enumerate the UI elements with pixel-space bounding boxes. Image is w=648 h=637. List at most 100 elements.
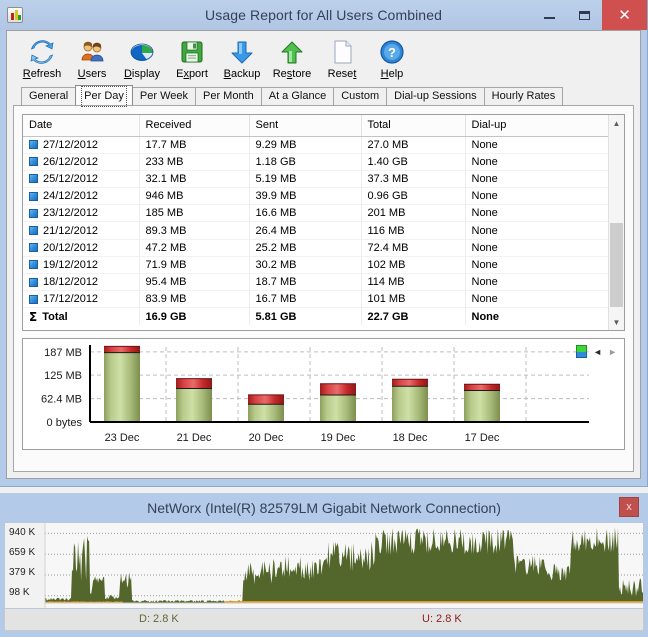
tab-at-a-glance[interactable]: At a Glance	[260, 87, 335, 105]
column-header-dialup[interactable]: Dial-up	[465, 115, 624, 137]
table-row[interactable]: 19/12/2012 71.9 MB 30.2 MB 102 MB None	[23, 256, 624, 275]
networx-status-bar: D: 2.8 K U: 2.8 K	[4, 609, 644, 631]
cell-dialup: None	[465, 290, 624, 309]
cell-dialup: None	[465, 170, 624, 189]
cell-date: 20/12/2012	[23, 239, 140, 257]
tab-label-per-month: Per Month	[202, 90, 254, 102]
help-question-icon: ?	[367, 37, 417, 67]
networx-close-button[interactable]: x	[619, 497, 639, 517]
table-total-row[interactable]: Σ Total 16.9 GB 5.81 GB 22.7 GB None	[23, 307, 624, 326]
bar-received-0	[104, 352, 140, 422]
row-indicator-icon	[29, 226, 38, 236]
maximize-button[interactable]	[567, 0, 602, 30]
toolbar-button-export[interactable]: Export	[167, 35, 217, 80]
table-row[interactable]: 26/12/2012 233 MB 1.18 GB 1.40 GB None	[23, 153, 624, 171]
tab-dial-up-sessions[interactable]: Dial-up Sessions	[386, 87, 485, 105]
chart-legend-icon[interactable]	[576, 345, 588, 358]
minimize-button[interactable]	[532, 0, 567, 30]
sigma-icon: Σ	[29, 309, 38, 324]
networx-upload-rate: U: 2.8 K	[422, 613, 462, 625]
bar-sent-0	[104, 346, 140, 353]
networx-titlebar[interactable]: NetWorx (Intel(R) 82579LM Gigabit Networ…	[0, 493, 648, 522]
row-indicator-icon	[29, 294, 38, 304]
tab-hourly-rates[interactable]: Hourly Rates	[483, 87, 564, 105]
cell-sent: 39.9 MB	[249, 187, 362, 206]
table-row[interactable]: 21/12/2012 89.3 MB 26.4 MB 116 MB None	[23, 221, 624, 240]
table-row[interactable]: 20/12/2012 47.2 MB 25.2 MB 72.4 MB None	[23, 239, 624, 257]
column-header-received[interactable]: Received	[139, 115, 250, 137]
toolbar-button-restore[interactable]: Restore	[267, 35, 317, 80]
tab-per-day[interactable]: Per Day	[75, 85, 133, 107]
tab-label-per-day: Per Day	[81, 86, 127, 107]
usage-report-window: Usage Report for All Users Combined ✕ Re…	[0, 0, 648, 487]
chart-next-button[interactable]: ►	[608, 347, 617, 357]
table-row[interactable]: 18/12/2012 95.4 MB 18.7 MB 114 MB None	[23, 273, 624, 292]
cell-sent: 30.2 MB	[249, 256, 362, 275]
cell-received: 17.7 MB	[139, 136, 250, 154]
table-row[interactable]: 24/12/2012 946 MB 39.9 MB 0.96 GB None	[23, 187, 624, 206]
cell-total-total: 22.7 GB	[361, 307, 466, 326]
tab-label-dial-up-sessions: Dial-up Sessions	[394, 90, 477, 102]
tab-per-month[interactable]: Per Month	[194, 87, 262, 105]
usage-bar-chart[interactable]: 187 MB 125 MB 62.4 MB 0 bytes 23 Dec 21 Dec 20…	[22, 338, 625, 450]
scroll-down-icon[interactable]: ▼	[609, 314, 624, 330]
tab-general[interactable]: General	[21, 87, 77, 105]
tab-per-week[interactable]: Per Week	[131, 87, 196, 105]
bar-received-2	[248, 404, 284, 422]
column-header-total[interactable]: Total	[361, 115, 466, 137]
minimize-icon	[544, 17, 555, 19]
cell-total: 201 MB	[361, 204, 466, 223]
cell-received: 47.2 MB	[139, 239, 250, 257]
table-row[interactable]: 23/12/2012 185 MB 16.6 MB 201 MB None	[23, 204, 624, 223]
cell-sent: 16.7 MB	[249, 290, 362, 309]
chart-xtick-label-5: 17 Dec	[465, 432, 500, 444]
toolbar-button-display[interactable]: Display	[117, 35, 167, 80]
bar-sent-2	[248, 394, 284, 405]
cell-dialup: None	[465, 256, 624, 275]
cell-received: 185 MB	[139, 204, 250, 223]
tab-strip: General Per Day Per Week Per Month At a …	[7, 85, 640, 107]
cell-total: 37.3 MB	[361, 170, 466, 189]
scrollbar-thumb[interactable]	[610, 223, 623, 307]
scroll-up-icon[interactable]: ▲	[609, 115, 624, 131]
chart-ytick-label-2: 62.4 MB	[41, 394, 82, 406]
cell-date-text: 26/12/2012	[43, 155, 99, 168]
tab-custom[interactable]: Custom	[333, 87, 388, 105]
window-titlebar[interactable]: Usage Report for All Users Combined ✕	[0, 0, 647, 30]
cell-date-text: 19/12/2012	[43, 258, 99, 271]
cell-received: 946 MB	[139, 187, 250, 206]
table-vertical-scrollbar[interactable]: ▲ ▼	[608, 115, 624, 330]
table-body: 27/12/2012 17.7 MB 9.29 MB 27.0 MB None 26/12…	[23, 136, 624, 326]
close-button[interactable]: ✕	[602, 0, 647, 30]
toolbar-button-backup[interactable]: Backup	[217, 35, 267, 80]
row-indicator-icon	[29, 140, 38, 150]
networx-ytick-3: 98 K	[9, 587, 33, 598]
close-icon: ✕	[618, 7, 631, 24]
backup-down-arrow-icon	[217, 37, 267, 67]
cell-date: 25/12/2012	[23, 170, 140, 189]
chart-prev-button[interactable]: ◄	[593, 347, 602, 357]
table-row[interactable]: 17/12/2012 83.9 MB 16.7 MB 101 MB None	[23, 290, 624, 309]
bar-received-5	[464, 390, 500, 422]
table-row[interactable]: 25/12/2012 32.1 MB 5.19 MB 37.3 MB None	[23, 170, 624, 189]
cell-received: 32.1 MB	[139, 170, 250, 189]
toolbar-button-refresh[interactable]: Refresh	[17, 35, 67, 80]
cell-dialup: None	[465, 239, 624, 257]
networx-traffic-graph[interactable]: 940 K 659 K 379 K 98 K	[4, 522, 644, 609]
cell-total-dialup: None	[471, 310, 500, 323]
cell-date-text: 23/12/2012	[43, 207, 99, 220]
toolbar-button-users[interactable]: Users	[67, 35, 117, 80]
toolbar-label-reset: Reset	[327, 68, 357, 80]
chart-xtick-label-2: 20 Dec	[249, 432, 284, 444]
column-header-date[interactable]: Date	[23, 115, 140, 137]
cell-sent: 9.29 MB	[249, 136, 362, 154]
table-row[interactable]: 27/12/2012 17.7 MB 9.29 MB 27.0 MB None	[23, 136, 624, 154]
cell-total-received: 16.9 GB	[139, 307, 250, 326]
tab-label-general: General	[29, 90, 69, 102]
toolbar-button-reset[interactable]: Reset	[317, 35, 367, 80]
toolbar-button-help[interactable]: ? Help	[367, 35, 417, 80]
cell-received: 71.9 MB	[139, 256, 250, 275]
toolbar-label-restore: Restore	[272, 68, 312, 80]
column-header-sent[interactable]: Sent	[249, 115, 362, 137]
row-indicator-icon	[29, 243, 38, 253]
